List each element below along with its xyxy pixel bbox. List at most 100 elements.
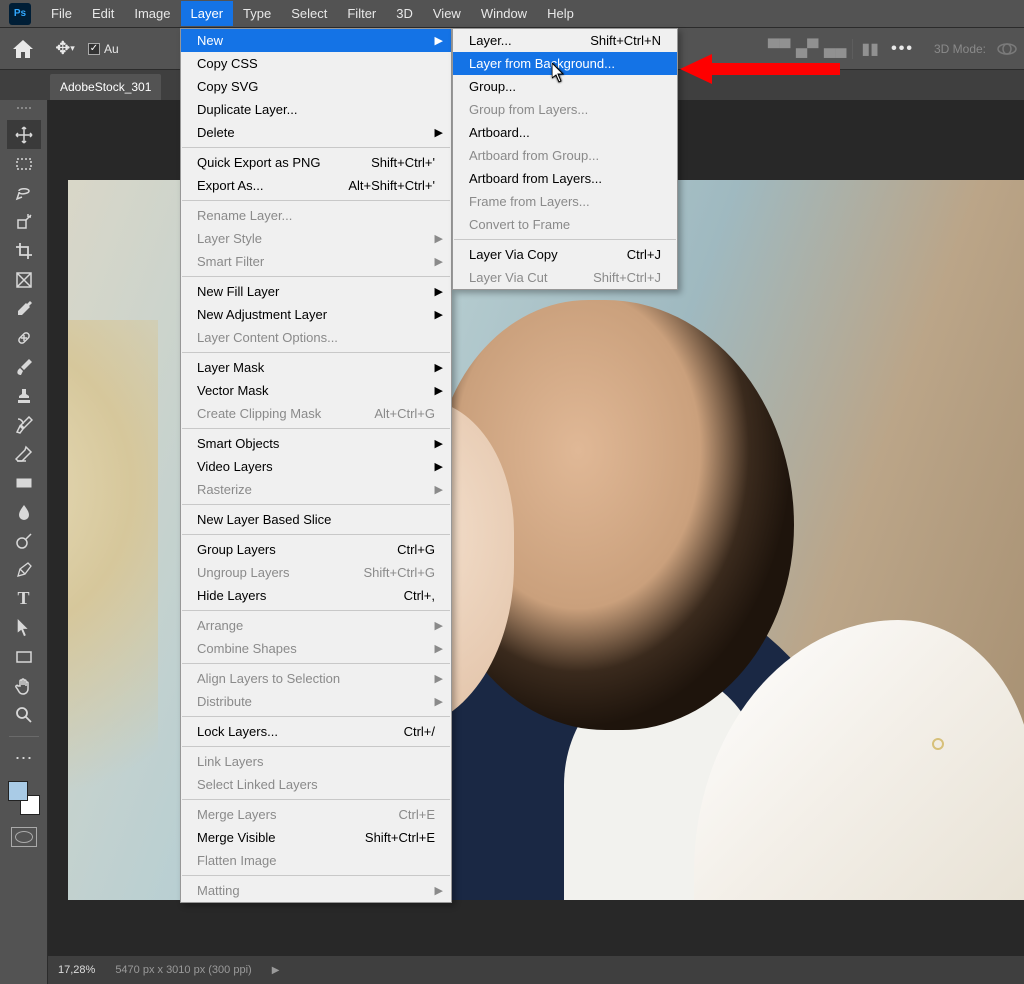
new-submenu-item-frame-from-layers: Frame from Layers... bbox=[453, 190, 677, 213]
3d-mode-icon[interactable] bbox=[996, 38, 1018, 60]
distribute-icon[interactable]: ▮▮ bbox=[859, 38, 881, 60]
home-button[interactable] bbox=[6, 34, 40, 64]
color-swatches[interactable] bbox=[8, 781, 40, 815]
align-top-icon[interactable]: ▀▀ bbox=[768, 38, 790, 60]
menu-item-label: Group... bbox=[469, 79, 516, 94]
tool-history-brush[interactable] bbox=[7, 410, 41, 439]
menu-item-label: Copy SVG bbox=[197, 79, 258, 94]
menu-item-label: Convert to Frame bbox=[469, 217, 570, 232]
layer-menu-item-new-adjustment-layer[interactable]: New Adjustment Layer▶ bbox=[181, 303, 451, 326]
menu-image[interactable]: Image bbox=[124, 1, 180, 26]
layer-menu-item-new-fill-layer[interactable]: New Fill Layer▶ bbox=[181, 280, 451, 303]
more-options-button[interactable]: ••• bbox=[881, 40, 924, 58]
tool-marquee[interactable] bbox=[7, 149, 41, 178]
menu-item-label: Hide Layers bbox=[197, 588, 266, 603]
menu-item-label: Select Linked Layers bbox=[197, 777, 318, 792]
layer-new-submenu[interactable]: Layer...Shift+Ctrl+NLayer from Backgroun… bbox=[452, 28, 678, 290]
layer-menu-item-smart-objects[interactable]: Smart Objects▶ bbox=[181, 432, 451, 455]
tool-rectangle[interactable] bbox=[7, 642, 41, 671]
menu-item-label: Matting bbox=[197, 883, 240, 898]
menu-edit[interactable]: Edit bbox=[82, 1, 124, 26]
layer-menu-item-copy-css[interactable]: Copy CSS bbox=[181, 52, 451, 75]
tool-eraser[interactable] bbox=[7, 439, 41, 468]
align-vcenter-icon[interactable]: ▄▀ bbox=[796, 38, 818, 60]
layer-menu-item-duplicate-layer[interactable]: Duplicate Layer... bbox=[181, 98, 451, 121]
menu-item-label: Delete bbox=[197, 125, 235, 140]
menu-help[interactable]: Help bbox=[537, 1, 584, 26]
foreground-color-swatch[interactable] bbox=[8, 781, 28, 801]
tool-zoom[interactable] bbox=[7, 700, 41, 729]
new-submenu-item-artboard-from-group: Artboard from Group... bbox=[453, 144, 677, 167]
submenu-arrow-icon: ▶ bbox=[435, 437, 443, 450]
menu-select[interactable]: Select bbox=[281, 1, 337, 26]
layer-menu-item-layer-mask[interactable]: Layer Mask▶ bbox=[181, 356, 451, 379]
tool-gradient[interactable] bbox=[7, 468, 41, 497]
layer-menu-separator bbox=[182, 352, 450, 353]
layer-menu-item-video-layers[interactable]: Video Layers▶ bbox=[181, 455, 451, 478]
layer-menu-item-quick-export-as-png[interactable]: Quick Export as PNGShift+Ctrl+' bbox=[181, 151, 451, 174]
info-arrow-icon[interactable]: ▶ bbox=[272, 965, 280, 976]
zoom-level[interactable]: 17,28% bbox=[58, 964, 95, 976]
new-submenu-item-artboard[interactable]: Artboard... bbox=[453, 121, 677, 144]
new-submenu-item-artboard-from-layers[interactable]: Artboard from Layers... bbox=[453, 167, 677, 190]
new-submenu-item-layer[interactable]: Layer...Shift+Ctrl+N bbox=[453, 29, 677, 52]
menu-window[interactable]: Window bbox=[471, 1, 537, 26]
menu-item-label: Group Layers bbox=[197, 542, 276, 557]
auto-select-checkbox[interactable]: ✓Au bbox=[88, 42, 119, 56]
layer-menu-item-delete[interactable]: Delete▶ bbox=[181, 121, 451, 144]
submenu-arrow-icon: ▶ bbox=[435, 642, 443, 655]
menu-3d[interactable]: 3D bbox=[386, 1, 423, 26]
new-submenu-item-convert-to-frame: Convert to Frame bbox=[453, 213, 677, 236]
quick-mask-button[interactable] bbox=[11, 827, 37, 847]
tool-move[interactable] bbox=[7, 120, 41, 149]
menu-item-label: New Layer Based Slice bbox=[197, 512, 331, 527]
align-bottom-icon[interactable]: ▄▄ bbox=[824, 38, 846, 60]
tool-wand[interactable] bbox=[7, 207, 41, 236]
new-submenu-item-layer-via-cut: Layer Via CutShift+Ctrl+J bbox=[453, 266, 677, 289]
menu-layer[interactable]: Layer bbox=[181, 1, 234, 26]
menu-item-shortcut: Ctrl+E bbox=[381, 807, 435, 822]
layer-menu-item-merge-visible[interactable]: Merge VisibleShift+Ctrl+E bbox=[181, 826, 451, 849]
layer-menu-item-flatten-image: Flatten Image bbox=[181, 849, 451, 872]
tool-path-select[interactable] bbox=[7, 613, 41, 642]
menu-type[interactable]: Type bbox=[233, 1, 281, 26]
menu-view[interactable]: View bbox=[423, 1, 471, 26]
tool-type[interactable]: T bbox=[7, 584, 41, 613]
menu-filter[interactable]: Filter bbox=[337, 1, 386, 26]
new-submenu-item-layer-via-copy[interactable]: Layer Via CopyCtrl+J bbox=[453, 243, 677, 266]
layer-menu-item-lock-layers[interactable]: Lock Layers...Ctrl+/ bbox=[181, 720, 451, 743]
tool-eyedropper[interactable] bbox=[7, 294, 41, 323]
layer-menu-separator bbox=[182, 663, 450, 664]
menu-item-label: New Fill Layer bbox=[197, 284, 279, 299]
menu-item-label: Frame from Layers... bbox=[469, 194, 590, 209]
layer-menu-item-layer-content-options: Layer Content Options... bbox=[181, 326, 451, 349]
new-submenu-item-layer-from-background[interactable]: Layer from Background... bbox=[453, 52, 677, 75]
layer-menu-item-new[interactable]: New▶ bbox=[181, 29, 451, 52]
layer-menu[interactable]: New▶Copy CSSCopy SVGDuplicate Layer...De… bbox=[180, 28, 452, 903]
layer-menu-item-export-as[interactable]: Export As...Alt+Shift+Ctrl+' bbox=[181, 174, 451, 197]
tool-dodge[interactable] bbox=[7, 526, 41, 555]
layer-menu-item-copy-svg[interactable]: Copy SVG bbox=[181, 75, 451, 98]
submenu-arrow-icon: ▶ bbox=[435, 255, 443, 268]
tool-lasso[interactable] bbox=[7, 178, 41, 207]
tool-crop[interactable] bbox=[7, 236, 41, 265]
menu-item-label: Lock Layers... bbox=[197, 724, 278, 739]
layer-menu-separator bbox=[182, 504, 450, 505]
menu-file[interactable]: File bbox=[41, 1, 82, 26]
tool-pen[interactable] bbox=[7, 555, 41, 584]
tool-heal[interactable] bbox=[7, 323, 41, 352]
layer-menu-item-group-layers[interactable]: Group LayersCtrl+G bbox=[181, 538, 451, 561]
tool-brush[interactable] bbox=[7, 352, 41, 381]
new-submenu-item-group[interactable]: Group... bbox=[453, 75, 677, 98]
layer-menu-item-vector-mask[interactable]: Vector Mask▶ bbox=[181, 379, 451, 402]
tool-stamp[interactable] bbox=[7, 381, 41, 410]
menu-item-label: Layer Style bbox=[197, 231, 262, 246]
tool-hand[interactable] bbox=[7, 671, 41, 700]
toolbox-grip[interactable] bbox=[9, 107, 39, 113]
layer-menu-item-hide-layers[interactable]: Hide LayersCtrl+, bbox=[181, 584, 451, 607]
document-tab[interactable]: AdobeStock_301 bbox=[50, 74, 161, 100]
tool-frame[interactable] bbox=[7, 265, 41, 294]
layer-menu-item-new-layer-based-slice[interactable]: New Layer Based Slice bbox=[181, 508, 451, 531]
edit-toolbar-button[interactable]: ⋯ bbox=[7, 744, 41, 773]
tool-blur[interactable] bbox=[7, 497, 41, 526]
